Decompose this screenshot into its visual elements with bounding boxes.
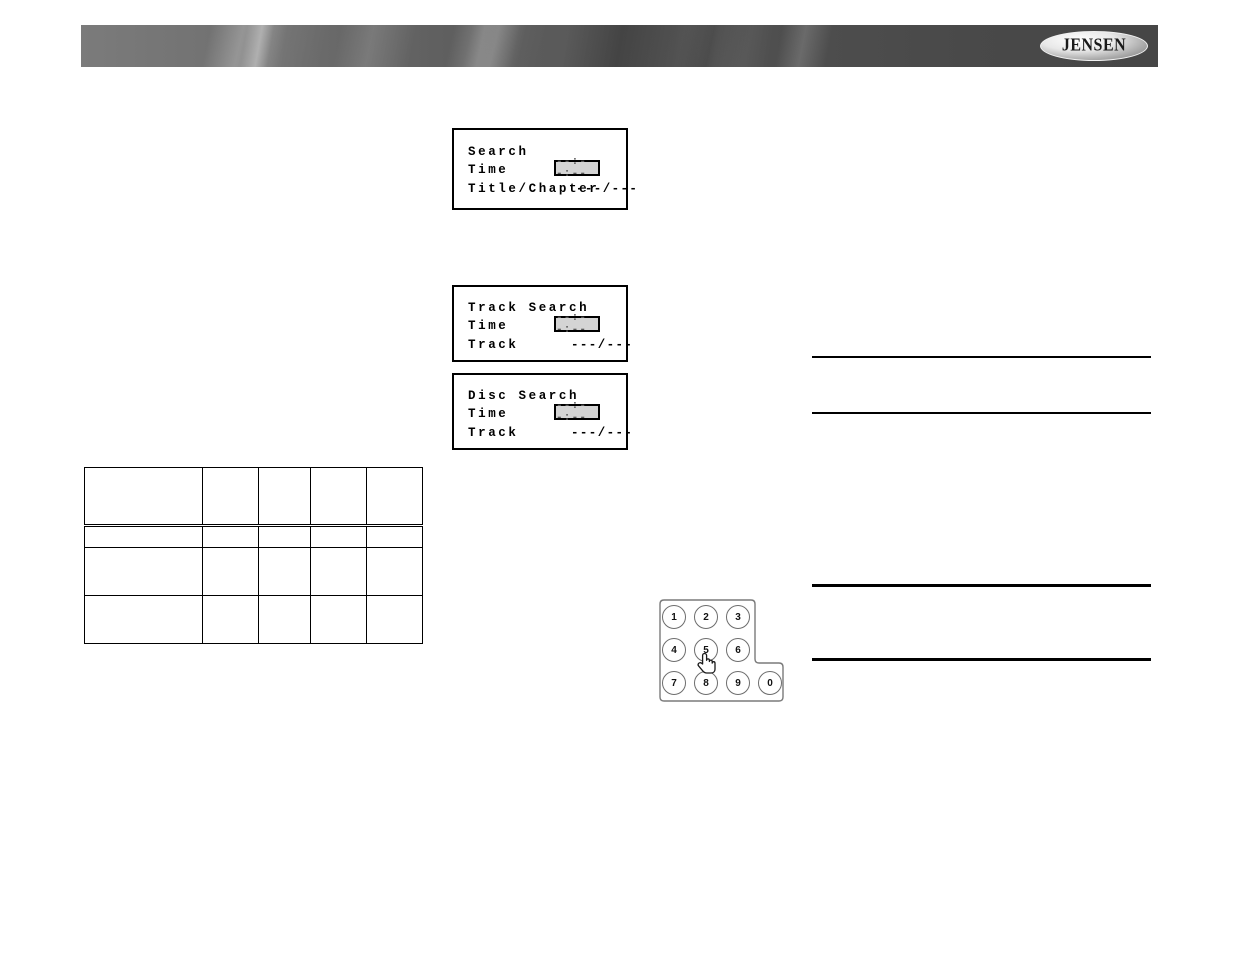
numeric-keypad: 1 2 3 4 5 6 7 8 9 0 xyxy=(659,599,785,703)
table-cell xyxy=(366,547,423,596)
jensen-logo: JENSEN xyxy=(1040,31,1148,61)
section-rule-2 xyxy=(812,412,1151,414)
banner-streak-2 xyxy=(281,25,701,67)
section-rule-4 xyxy=(812,658,1151,661)
table-cell xyxy=(202,595,259,644)
table-row xyxy=(84,547,423,596)
table-cell xyxy=(84,547,203,596)
search-dialog-title: Search xyxy=(468,145,529,159)
keypad-key-4[interactable]: 4 xyxy=(662,638,686,662)
table-cell xyxy=(258,547,311,596)
keypad-key-2[interactable]: 2 xyxy=(694,605,718,629)
track-search-dialog-track-value[interactable]: ---/--- xyxy=(571,338,633,352)
table-cell xyxy=(366,467,423,526)
keypad-key-1[interactable]: 1 xyxy=(662,605,686,629)
keypad-key-0[interactable]: 0 xyxy=(758,671,782,695)
table-cell xyxy=(84,524,203,548)
keypad-key-7[interactable]: 7 xyxy=(662,671,686,695)
search-dialog-time-label: Time xyxy=(468,163,509,177)
search-dialog-titlechapter-value[interactable]: ---/--- xyxy=(576,182,638,196)
header-banner: JENSEN xyxy=(81,25,1158,67)
table-cell xyxy=(310,467,367,526)
search-dialog-time-field[interactable]: --:--:-- xyxy=(554,156,600,180)
keypad-key-6[interactable]: 6 xyxy=(726,638,750,662)
table-row xyxy=(84,595,423,644)
table-cell xyxy=(366,524,423,548)
disc-search-dialog-time-field[interactable]: --:--:-- xyxy=(554,400,600,424)
keypad-key-8[interactable]: 8 xyxy=(694,671,718,695)
track-search-dialog-time-field[interactable]: --:--:-- xyxy=(554,312,600,336)
track-search-dialog: Track Search Time --:--:-- Track ---/--- xyxy=(452,285,632,362)
search-dialog: Search Time --:--:-- Title/Chapter ---/-… xyxy=(452,128,637,210)
table-cell xyxy=(202,547,259,596)
spec-table xyxy=(84,467,423,644)
disc-search-dialog-time-label: Time xyxy=(468,407,509,421)
logo-brand-text: JENSEN xyxy=(1061,35,1127,55)
table-cell xyxy=(258,467,311,526)
banner-streak-1 xyxy=(121,25,401,67)
table-cell xyxy=(310,524,367,548)
table-cell xyxy=(84,595,203,644)
banner-streak-3 xyxy=(521,25,921,67)
table-cell xyxy=(202,467,259,526)
section-rule-3 xyxy=(812,584,1151,587)
keypad-key-5[interactable]: 5 xyxy=(694,638,718,662)
table-cell xyxy=(84,467,203,526)
keypad-key-3[interactable]: 3 xyxy=(726,605,750,629)
table-row xyxy=(84,467,423,526)
table-cell xyxy=(310,595,367,644)
table-cell xyxy=(310,547,367,596)
table-row xyxy=(84,524,423,548)
disc-search-dialog-track-label: Track xyxy=(468,426,519,440)
table-cell xyxy=(202,524,259,548)
track-search-dialog-track-label: Track xyxy=(468,338,519,352)
table-cell xyxy=(258,524,311,548)
track-search-dialog-time-label: Time xyxy=(468,319,509,333)
section-rule-1 xyxy=(812,356,1151,358)
keypad-key-9[interactable]: 9 xyxy=(726,671,750,695)
table-cell xyxy=(258,595,311,644)
logo-oval-shape: JENSEN xyxy=(1040,31,1148,61)
disc-search-dialog: Disc Search Time --:--:-- Track ---/--- xyxy=(452,373,632,450)
table-cell xyxy=(366,595,423,644)
disc-search-dialog-track-value[interactable]: ---/--- xyxy=(571,426,633,440)
banner-streak-4 xyxy=(641,25,961,67)
